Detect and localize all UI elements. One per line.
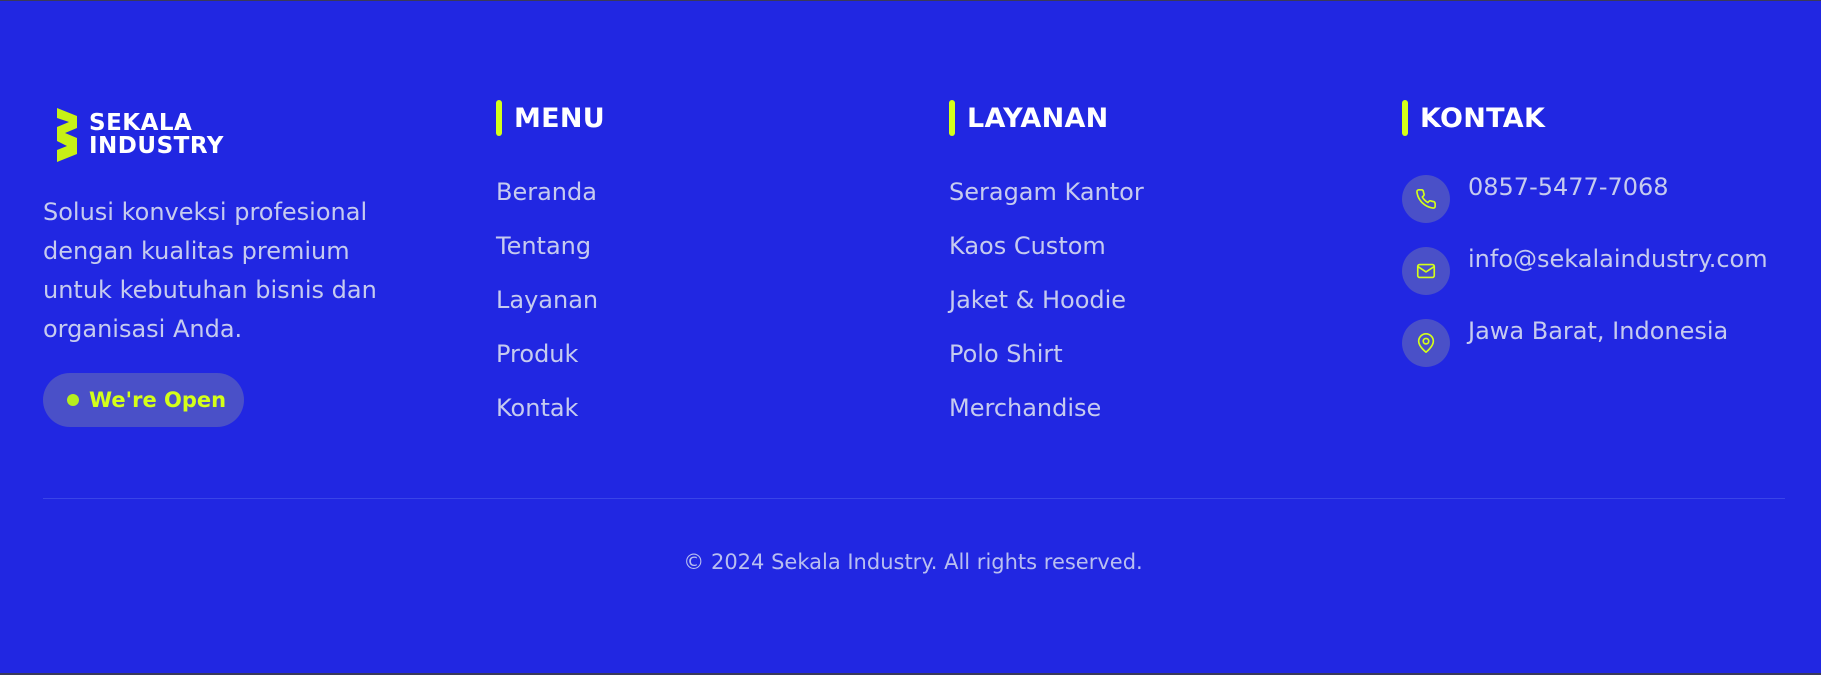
logo-mark-icon xyxy=(57,108,77,162)
open-status-label: We're Open xyxy=(89,388,227,412)
open-status-badge: We're Open xyxy=(43,373,244,427)
menu-link-tentang[interactable]: Tentang xyxy=(496,228,598,282)
contact-email-text: info@sekalaindustry.com xyxy=(1468,245,1768,273)
logo-line-1: SEKALA xyxy=(89,110,193,136)
layanan-link-kaos-custom[interactable]: Kaos Custom xyxy=(949,228,1144,282)
top-border xyxy=(0,0,1821,1)
heading-accent-bar xyxy=(949,100,955,136)
layanan-link-merchandise[interactable]: Merchandise xyxy=(949,390,1144,444)
kontak-heading-text: KONTAK xyxy=(1420,102,1546,134)
logo-line-2: INDUSTRY xyxy=(89,133,224,159)
layanan-heading-text: LAYANAN xyxy=(967,102,1109,134)
contact-address[interactable]: Jawa Barat, Indonesia xyxy=(1402,317,1728,367)
mail-icon xyxy=(1402,247,1450,295)
brand-description: Solusi konveksi profesional dengan kuali… xyxy=(43,198,377,343)
phone-icon xyxy=(1402,175,1450,223)
menu-link-beranda[interactable]: Beranda xyxy=(496,174,598,228)
status-dot-icon xyxy=(67,394,79,406)
layanan-link-polo-shirt[interactable]: Polo Shirt xyxy=(949,336,1144,390)
map-pin-icon xyxy=(1402,319,1450,367)
layanan-heading: LAYANAN xyxy=(949,100,1109,136)
logo[interactable]: SEKALA INDUSTRY xyxy=(51,104,224,166)
contact-phone[interactable]: 0857-5477-7068 xyxy=(1402,173,1669,223)
logo-text: SEKALA INDUSTRY xyxy=(89,112,224,158)
heading-accent-bar xyxy=(1402,100,1408,136)
menu-link-kontak[interactable]: Kontak xyxy=(496,390,598,444)
menu-link-layanan[interactable]: Layanan xyxy=(496,282,598,336)
menu-heading: MENU xyxy=(496,100,605,136)
menu-heading-text: MENU xyxy=(514,102,606,134)
layanan-link-jaket-hoodie[interactable]: Jaket & Hoodie xyxy=(949,282,1144,336)
contact-address-text: Jawa Barat, Indonesia xyxy=(1468,317,1729,345)
menu-link-produk[interactable]: Produk xyxy=(496,336,598,390)
layanan-link-list: Seragam Kantor Kaos Custom Jaket & Hoodi… xyxy=(949,174,1144,444)
copyright-text: © 2024 Sekala Industry. All rights reser… xyxy=(683,550,1143,574)
contact-phone-text: 0857-5477-7068 xyxy=(1468,173,1669,201)
contact-email[interactable]: info@sekalaindustry.com xyxy=(1402,245,1768,295)
kontak-heading: KONTAK xyxy=(1402,100,1545,136)
menu-link-list: Beranda Tentang Layanan Produk Kontak xyxy=(496,174,598,444)
heading-accent-bar xyxy=(496,100,502,136)
layanan-link-seragam-kantor[interactable]: Seragam Kantor xyxy=(949,174,1144,228)
footer-divider xyxy=(43,498,1785,499)
